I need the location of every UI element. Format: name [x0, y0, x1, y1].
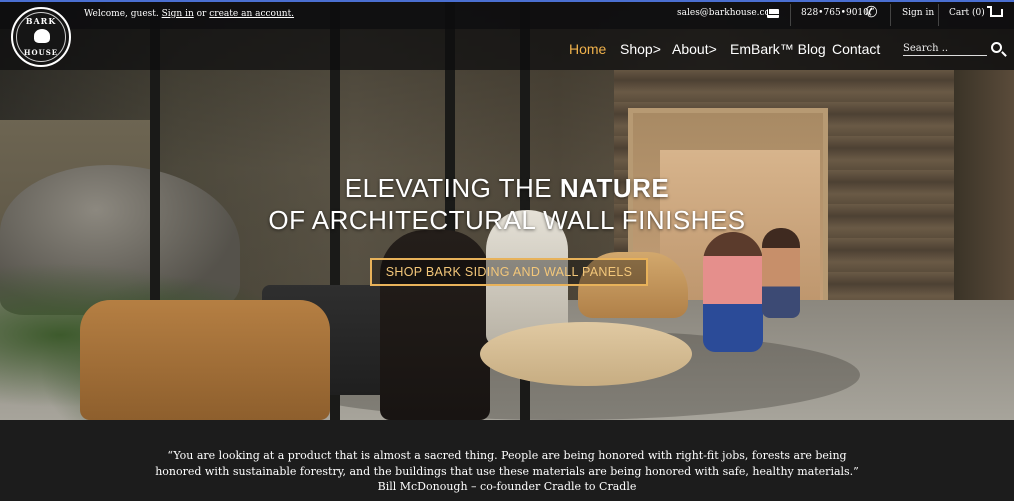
nav-contact[interactable]: Contact	[832, 41, 880, 57]
quote-line: honored with sustainable forestry, and t…	[155, 464, 859, 478]
hero-chair	[80, 300, 330, 420]
bark-house-logo[interactable]: BARK HOUSE	[11, 7, 71, 67]
divider	[790, 4, 791, 26]
logo-ring: BARK HOUSE	[16, 12, 66, 62]
phone-icon[interactable]: ✆	[865, 5, 878, 20]
cart-link[interactable]: Cart (0)	[949, 8, 985, 18]
nav-about[interactable]: About>	[672, 41, 717, 57]
hero-table	[480, 322, 692, 386]
search-icon[interactable]	[991, 42, 1002, 53]
or-text: or	[196, 9, 207, 19]
hero-child	[703, 232, 763, 352]
nav-blog[interactable]: EmBark™ Blog	[730, 41, 826, 57]
logo-text-top: BARK	[25, 16, 57, 26]
hero-headline-line2: OF ARCHITECTURAL WALL FINISHES	[268, 205, 746, 235]
hero-headline-prefix: ELEVATING THE	[344, 173, 560, 203]
hero-headline-line1: ELEVATING THE NATURE	[0, 173, 1014, 204]
hero-headline-bold: NATURE	[559, 173, 670, 203]
nav-home[interactable]: Home	[569, 41, 606, 57]
mail-icon[interactable]	[767, 9, 779, 18]
logo-text-bottom: HOUSE	[23, 48, 59, 57]
shop-bark-siding-button[interactable]: SHOP BARK SIDING AND WALL PANELS	[370, 258, 648, 286]
welcome-text: Welcome, guest.	[84, 9, 159, 19]
welcome-message: Welcome, guest. Sign in or create an acc…	[84, 9, 294, 19]
cart-icon[interactable]	[987, 6, 1005, 20]
header-sign-in-link[interactable]: Sign in	[902, 8, 934, 18]
testimonial-quote: “You are looking at a product that is al…	[0, 448, 1014, 495]
quote-line: “You are looking at a product that is al…	[167, 449, 847, 462]
divider	[890, 4, 891, 26]
email-link[interactable]: sales@barkhouse.com	[677, 8, 779, 18]
hero-child	[762, 228, 800, 318]
divider	[938, 4, 939, 26]
nav-shop[interactable]: Shop>	[620, 41, 661, 57]
quote-attribution: Bill McDonough – co-founder Cradle to Cr…	[377, 480, 637, 493]
lotus-icon	[34, 29, 50, 43]
search-input[interactable]	[903, 42, 987, 56]
sign-in-link[interactable]: Sign in	[162, 9, 194, 19]
phone-link[interactable]: 828•765•9010	[801, 8, 869, 18]
create-account-link[interactable]: create an account.	[209, 9, 294, 19]
